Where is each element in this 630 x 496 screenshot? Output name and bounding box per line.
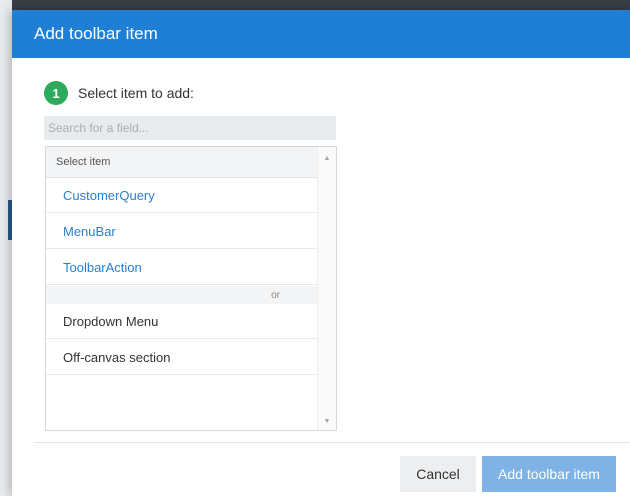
- add-toolbar-item-dialog: Add toolbar item 1 Select item to add: S…: [12, 10, 630, 496]
- list-item-off-canvas-section[interactable]: Off-canvas section: [46, 340, 318, 375]
- list-scrollbar[interactable]: ▲ ▼: [317, 147, 336, 430]
- or-separator: or: [46, 286, 318, 304]
- dialog-header: Add toolbar item: [12, 10, 630, 58]
- cancel-button[interactable]: Cancel: [400, 456, 476, 492]
- list-item-menubar[interactable]: MenuBar: [46, 214, 318, 249]
- scroll-up-arrow-icon[interactable]: ▲: [318, 151, 336, 165]
- item-list: Select item CustomerQuery MenuBar Toolba…: [45, 146, 337, 431]
- background-page: [0, 0, 12, 496]
- list-item-dropdown-menu[interactable]: Dropdown Menu: [46, 304, 318, 339]
- step-label: Select item to add:: [78, 85, 194, 101]
- list-header: Select item: [46, 147, 318, 178]
- scroll-down-arrow-icon[interactable]: ▼: [318, 414, 336, 428]
- search-input[interactable]: [44, 116, 336, 140]
- step-number-badge: 1: [44, 81, 68, 105]
- or-separator-label: or: [271, 289, 280, 301]
- step-row: 1 Select item to add:: [44, 81, 194, 105]
- add-toolbar-item-button[interactable]: Add toolbar item: [482, 456, 616, 492]
- list-item-toolbaraction[interactable]: ToolbarAction: [46, 250, 318, 285]
- dialog-title: Add toolbar item: [34, 24, 158, 43]
- list-item-customerquery[interactable]: CustomerQuery: [46, 178, 318, 213]
- footer-divider: [34, 442, 630, 443]
